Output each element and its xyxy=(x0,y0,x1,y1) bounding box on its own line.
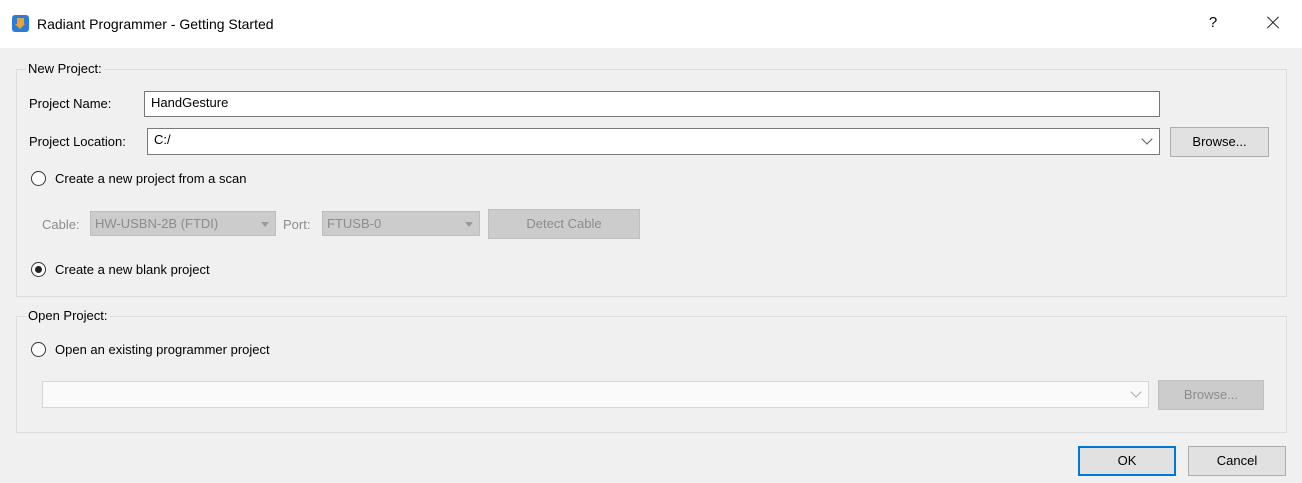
existing-project-combo[interactable] xyxy=(42,381,1149,408)
port-label: Port: xyxy=(283,217,311,232)
dropdown-arrow-icon xyxy=(261,222,269,227)
blank-option-radio[interactable] xyxy=(31,262,46,277)
close-icon[interactable] xyxy=(1262,12,1284,34)
open-project-group xyxy=(16,316,1287,433)
project-location-combo[interactable]: C:/ xyxy=(147,128,1160,155)
new-project-group-title: New Project: xyxy=(26,61,104,76)
detect-cable-button[interactable]: Detect Cable xyxy=(488,209,640,239)
scan-option-radio[interactable] xyxy=(31,171,46,186)
chevron-down-icon xyxy=(1130,386,1142,398)
port-select-value: FTUSB-0 xyxy=(327,216,382,231)
project-name-label: Project Name: xyxy=(29,96,112,111)
existing-option-radio[interactable] xyxy=(31,342,46,357)
project-location-label: Project Location: xyxy=(29,134,126,149)
project-location-browse-button[interactable]: Browse... xyxy=(1170,127,1269,157)
project-location-value: C:/ xyxy=(154,132,171,147)
existing-project-browse-button[interactable]: Browse... xyxy=(1158,380,1264,410)
port-select[interactable]: FTUSB-0 xyxy=(322,211,480,236)
help-button[interactable]: ? xyxy=(1203,12,1223,34)
existing-option-label[interactable]: Open an existing programmer project xyxy=(55,342,270,358)
ok-button[interactable]: OK xyxy=(1078,446,1176,476)
radiant-programmer-icon xyxy=(12,15,29,32)
cancel-button[interactable]: Cancel xyxy=(1188,446,1286,476)
title-bar: Radiant Programmer - Getting Started ? xyxy=(0,0,1302,48)
cable-select-value: HW-USBN-2B (FTDI) xyxy=(95,216,219,231)
open-project-group-title: Open Project: xyxy=(26,308,110,323)
scan-option-label[interactable]: Create a new project from a scan xyxy=(55,171,246,187)
blank-option-label[interactable]: Create a new blank project xyxy=(55,262,210,278)
cable-label: Cable: xyxy=(42,217,80,232)
chevron-down-icon xyxy=(1141,133,1153,145)
window-title: Radiant Programmer - Getting Started xyxy=(37,16,274,32)
cable-select[interactable]: HW-USBN-2B (FTDI) xyxy=(90,211,276,236)
dropdown-arrow-icon xyxy=(465,222,473,227)
project-name-input[interactable]: HandGesture xyxy=(144,91,1160,117)
